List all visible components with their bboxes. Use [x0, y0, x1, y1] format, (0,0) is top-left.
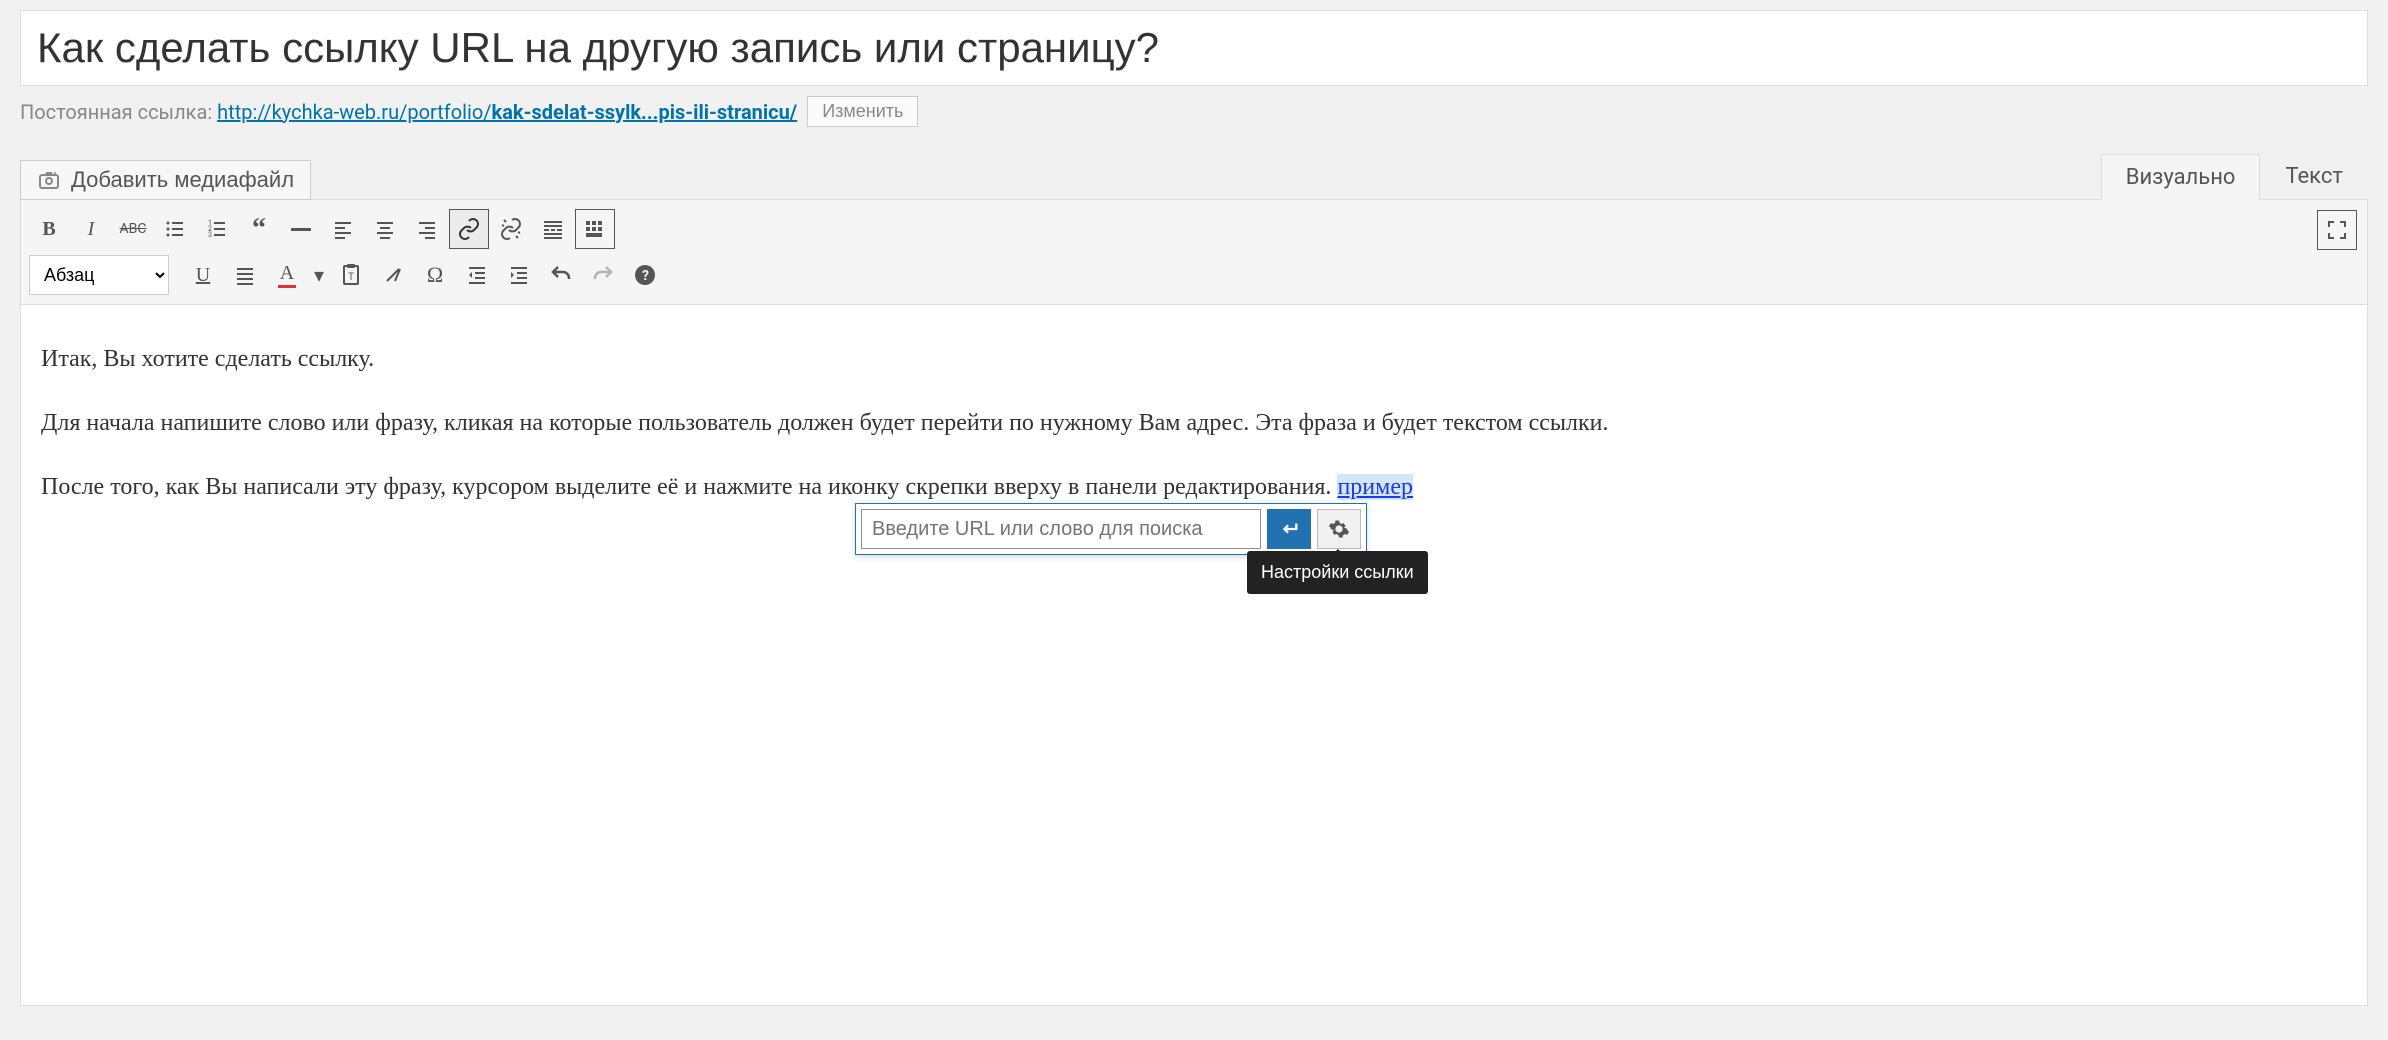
hr-button[interactable] [281, 209, 321, 249]
post-title-input[interactable] [20, 10, 2368, 86]
permalink-label: Постоянная ссылка: [20, 100, 212, 124]
content-paragraph: После того, как Вы написали эту фразу, к… [41, 469, 2347, 505]
clear-formatting-button[interactable] [373, 255, 413, 295]
bullet-list-button[interactable] [155, 209, 195, 249]
align-left-button[interactable] [323, 209, 363, 249]
readmore-button[interactable] [533, 209, 573, 249]
bold-button[interactable]: B [29, 209, 69, 249]
align-center-button[interactable] [365, 209, 405, 249]
redo-button[interactable] [583, 255, 623, 295]
undo-button[interactable] [541, 255, 581, 295]
link-apply-button[interactable] [1267, 509, 1311, 549]
text-color-dropdown[interactable]: ▾ [309, 255, 329, 295]
strikethrough-button[interactable]: ABC [113, 209, 153, 249]
enter-icon [1278, 518, 1300, 540]
tab-visual[interactable]: Визуально [2101, 154, 2261, 201]
italic-button[interactable]: I [71, 209, 111, 249]
add-media-button[interactable]: Добавить медиафайл [20, 160, 311, 200]
gear-icon [1328, 518, 1350, 540]
toolbar-toggle-button[interactable] [575, 209, 615, 249]
unlink-button[interactable] [491, 209, 531, 249]
camera-icon [37, 168, 61, 192]
format-select[interactable]: Абзац [29, 255, 169, 295]
add-media-label: Добавить медиафайл [71, 167, 294, 193]
editor-content[interactable]: Итак, Вы хотите сделать ссылку. Для нача… [21, 305, 2367, 1005]
align-right-button[interactable] [407, 209, 447, 249]
permalink-slug: kak-sdelat-ssylk...pis-ili-stranicu/ [492, 100, 798, 124]
svg-text:3: 3 [208, 231, 212, 239]
justify-button[interactable] [225, 255, 265, 295]
special-char-button[interactable]: Ω [415, 255, 455, 295]
paste-text-button[interactable]: T [331, 255, 371, 295]
svg-text:?: ? [642, 268, 649, 284]
fullscreen-button[interactable] [2317, 210, 2357, 250]
example-link[interactable]: пример [1337, 474, 1413, 500]
content-paragraph: Итак, Вы хотите сделать ссылку. [41, 341, 2347, 377]
numbered-list-button[interactable]: 123 [197, 209, 237, 249]
blockquote-button[interactable]: “ [239, 209, 279, 249]
content-paragraph: Для начала напишите слово или фразу, кли… [41, 405, 2347, 441]
tab-text[interactable]: Текст [2260, 153, 2368, 200]
permalink-base: http://kychka-web.ru/portfolio/ [217, 100, 491, 124]
toolbar: B I ABC 123 “ [21, 200, 2367, 305]
outdent-button[interactable] [457, 255, 497, 295]
indent-button[interactable] [499, 255, 539, 295]
content-text: После того, как Вы написали эту фразу, к… [41, 474, 1337, 500]
help-button[interactable]: ? [625, 255, 665, 295]
editor-tabs: Визуально Текст [2101, 153, 2368, 200]
underline-button[interactable]: U [183, 255, 223, 295]
text-color-button[interactable]: A [267, 255, 307, 295]
svg-text:T: T [348, 272, 354, 283]
link-inline-popup [855, 503, 1367, 555]
link-settings-tooltip: Настройки ссылки [1247, 551, 1428, 594]
link-button[interactable] [449, 209, 489, 249]
edit-permalink-button[interactable]: Изменить [807, 96, 918, 127]
editor-container: B I ABC 123 “ [20, 199, 2368, 1006]
permalink-link[interactable]: http://kychka-web.ru/portfolio/kak-sdela… [217, 100, 797, 124]
link-url-input[interactable] [861, 509, 1261, 549]
